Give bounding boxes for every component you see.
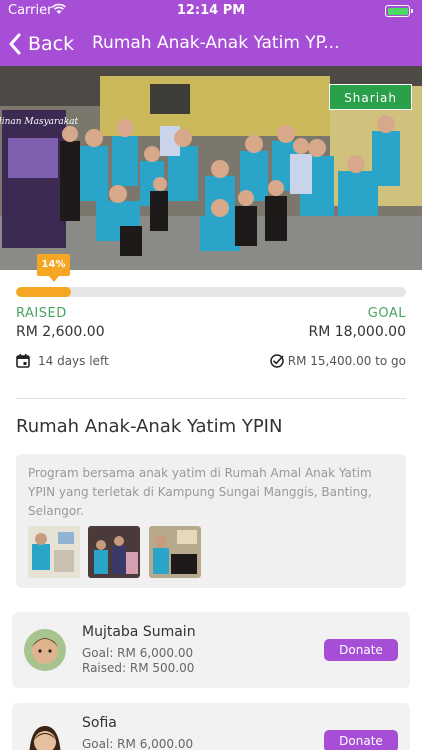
fundraiser-name: Mujtaba Sumain xyxy=(82,624,196,640)
amount-to-go: RM 15,400.00 to go xyxy=(270,354,406,368)
chevron-left-icon xyxy=(9,33,21,55)
section-divider xyxy=(16,398,406,399)
avatar xyxy=(24,720,66,750)
status-bar: Carrier 12:14 PM xyxy=(0,0,422,22)
gallery-thumbnail-3[interactable] xyxy=(149,526,201,578)
donate-button[interactable]: Donate xyxy=(324,730,398,750)
donate-button[interactable]: Donate xyxy=(324,639,398,661)
fundraiser-raised: Raised: RM 500.00 xyxy=(82,661,195,675)
shariah-badge: Shariah xyxy=(329,84,412,110)
gallery-thumbnail-1[interactable] xyxy=(28,526,80,578)
battery-icon xyxy=(385,5,413,17)
check-circle-icon xyxy=(270,354,284,368)
progress-bar xyxy=(16,287,406,297)
clock: 12:14 PM xyxy=(176,3,246,18)
goal-label: GOAL xyxy=(367,306,406,321)
page-title: Rumah Anak-Anak Yatim YP... xyxy=(92,33,340,53)
fundraiser-goal: Goal: RM 6,000.00 xyxy=(82,737,194,750)
calendar-icon xyxy=(16,354,30,368)
fundraiser-goal: Goal: RM 6,000.00 xyxy=(82,646,194,660)
gallery-thumbnail-2[interactable] xyxy=(88,526,140,578)
days-left: 14 days left xyxy=(16,354,109,368)
to-go-text: RM 15,400.00 to go xyxy=(287,354,406,368)
goal-value: RM 18,000.00 xyxy=(308,324,406,340)
days-left-text: 14 days left xyxy=(38,354,109,368)
progress-fill xyxy=(16,287,71,297)
back-button[interactable]: Back xyxy=(8,30,74,58)
fundraiser-card: Mujtaba Sumain Goal: RM 6,000.00 Raised:… xyxy=(12,612,410,688)
navigation-bar: Back Rumah Anak-Anak Yatim YP... xyxy=(0,22,422,66)
back-label: Back xyxy=(28,33,75,55)
avatar xyxy=(24,629,66,671)
app-header: Carrier 12:14 PM Back Rumah Anak-Anak Ya… xyxy=(0,0,422,66)
fundraiser-card: Sofia Goal: RM 6,000.00 Donate xyxy=(12,703,410,750)
campaign-title: Rumah Anak-Anak Yatim YPIN xyxy=(16,416,283,437)
hero-photo: Jalinan Masyarakat Shariah xyxy=(0,66,422,270)
progress-percent-badge: 14% xyxy=(37,254,70,282)
campaign-description: Program bersama anak yatim di Rumah Amal… xyxy=(28,466,372,518)
fundraiser-name: Sofia xyxy=(82,715,117,731)
raised-label: RAISED xyxy=(16,306,67,321)
raised-value: RM 2,600.00 xyxy=(16,324,105,340)
description-card: Program bersama anak yatim di Rumah Amal… xyxy=(16,454,406,588)
banner-text: Jalinan Masyarakat xyxy=(0,117,79,127)
